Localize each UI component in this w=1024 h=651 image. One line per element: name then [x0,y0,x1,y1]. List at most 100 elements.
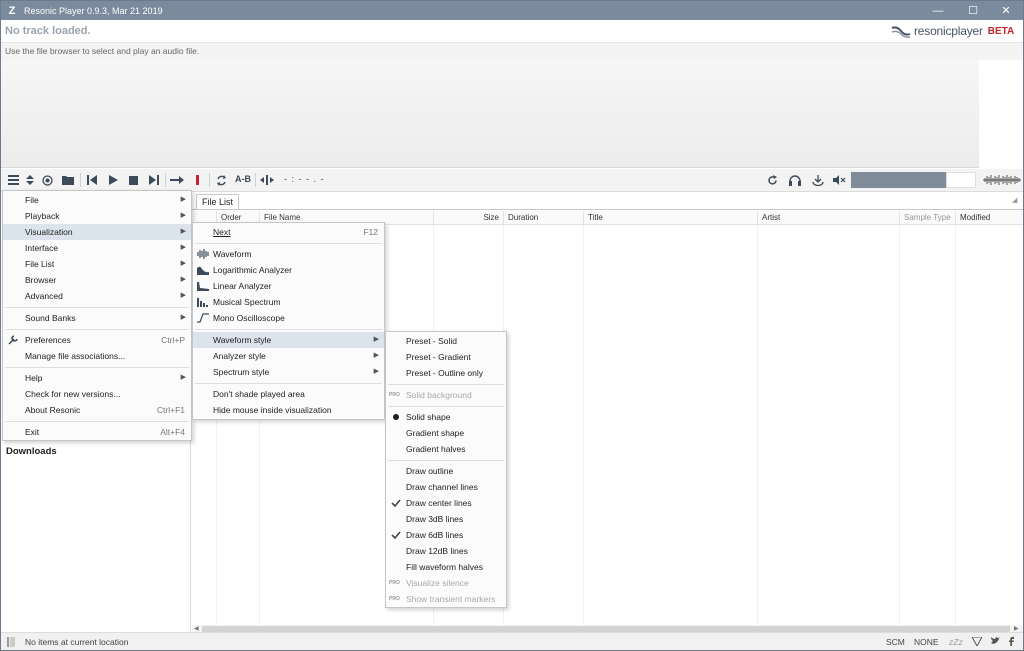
menu-item-draw-6db-lines[interactable]: Draw 6dB lines [386,527,506,543]
record-marker-icon[interactable] [190,172,206,188]
menu-item-about[interactable]: About Resonic Ctrl+F1 [3,402,191,418]
volume-slider-track[interactable] [946,172,976,188]
menu-separator [195,243,382,244]
menu-item-solid-shape[interactable]: Solid shape [386,409,506,425]
close-button[interactable]: ✕ [989,1,1023,20]
status-sleep[interactable]: zZz [949,637,963,647]
next-icon[interactable] [146,172,162,188]
menu-item-visualization[interactable]: Visualization ▶ [3,224,191,240]
tab-strip-divider [192,209,1023,210]
menu-item-preferences[interactable]: Preferences Ctrl+P [3,332,191,348]
menu-item-label: Manage file associations... [25,351,126,361]
menu-item-preset-solid[interactable]: Preset - Solid [386,333,506,349]
pro-badge: PRO [389,596,400,602]
menu-item-interface[interactable]: Interface ▶ [3,240,191,256]
column-size[interactable]: Size [433,211,503,225]
menu-icon[interactable] [5,172,21,188]
menu-item-help[interactable]: Help ▶ [3,370,191,386]
column-sample-type[interactable]: Sample Type [899,211,955,225]
menu-item-check-versions[interactable]: Check for new versions... [3,386,191,402]
menu-item-gradient-halves[interactable]: Gradient halves [386,441,506,457]
menu-item-analyzer-style[interactable]: Analyzer style ▶ [193,348,384,364]
output-device-icon[interactable] [810,172,826,188]
log-analyzer-icon [197,264,209,276]
menu-item-waveform-style[interactable]: Waveform style ▶ [193,332,384,348]
twitter-icon[interactable] [991,637,1000,647]
column-duration[interactable]: Duration [503,211,583,225]
menu-item-hide-mouse[interactable]: Hide mouse inside visualization [193,402,384,418]
status-none[interactable]: NONE [914,637,939,647]
folder-icon[interactable] [60,172,76,188]
scroll-right-icon[interactable]: ▶ [1014,625,1019,632]
shortcut-label: Ctrl+P [161,335,185,345]
menu-item-preset-gradient[interactable]: Preset - Gradient [386,349,506,365]
resonic-logo-icon [891,26,911,38]
menu-item-manage-associations[interactable]: Manage file associations... [3,348,191,364]
menu-separator [5,367,189,368]
menu-item-draw-outline[interactable]: Draw outline [386,463,506,479]
column-divider [955,225,956,625]
headphones-icon[interactable] [787,172,803,188]
browser-item-downloads[interactable]: Downloads [6,446,57,457]
scroll-left-icon[interactable]: ◀ [194,625,199,632]
menu-item-exit[interactable]: Exit Alt+F4 [3,424,191,440]
shortcut-label: F12 [363,227,378,237]
menu-item-draw-channel-lines[interactable]: Draw channel lines [386,479,506,495]
column-title[interactable]: Title [583,211,757,225]
title-bar[interactable]: Z Resonic Player 0.9.3, Mar 21 2019 — ☐ … [1,1,1023,20]
status-scm[interactable]: SCM [886,637,905,647]
menu-item-gradient-shape[interactable]: Gradient shape [386,425,506,441]
loop-icon[interactable] [213,172,229,188]
menu-item-solid-background: PRO Solid background [386,387,506,403]
submenu-arrow-icon: ▶ [180,374,186,381]
volume-slider[interactable] [851,172,946,188]
ab-loop-button[interactable]: A-B [235,174,251,184]
menu-item-musical-spectrum[interactable]: Musical Spectrum [193,294,384,310]
position-marker-icon[interactable] [259,172,275,188]
menu-item-draw-12db-lines[interactable]: Draw 12dB lines [386,543,506,559]
minimize-button[interactable]: — [921,1,955,20]
menu-item-file[interactable]: File ▶ [3,192,191,208]
sort-arrows-icon[interactable] [22,172,38,188]
mini-waveform-icon[interactable] [983,174,1021,186]
menu-item-playback[interactable]: Playback ▶ [3,208,191,224]
menu-item-log-analyzer[interactable]: Logarithmic Analyzer [193,262,384,278]
menu-item-preset-outline[interactable]: Preset - Outline only [386,365,506,381]
visualization-area[interactable] [1,60,979,168]
menu-item-label: Sound Banks [25,313,76,323]
maximize-button[interactable]: ☐ [956,1,990,20]
track-header: No track loaded. resonicplayer BETA [1,20,1023,43]
menu-item-draw-3db-lines[interactable]: Draw 3dB lines [386,511,506,527]
play-icon[interactable] [105,172,121,188]
target-icon[interactable] [39,172,55,188]
column-modified[interactable]: Modified [955,211,1023,225]
menu-item-file-list[interactable]: File List ▶ [3,256,191,272]
facebook-icon[interactable] [1008,637,1014,648]
menu-item-spectrum-style[interactable]: Spectrum style ▶ [193,364,384,380]
submenu-arrow-icon: ▶ [180,276,186,283]
collapse-arrow-icon[interactable]: ◢ [1012,196,1017,204]
panel-toggle-icon[interactable] [7,637,15,647]
app-window: Z Resonic Player 0.9.3, Mar 21 2019 — ☐ … [0,0,1024,651]
mute-icon[interactable] [831,172,847,188]
status-text: No items at current location [25,637,129,647]
menu-item-next[interactable]: Next F12 [193,224,384,240]
menu-item-mono-oscilloscope[interactable]: Mono Oscilloscope [193,310,384,326]
menu-item-draw-center-lines[interactable]: Draw center lines [386,495,506,511]
app-icon: Z [8,4,16,17]
tab-file-list[interactable]: File List [196,194,240,210]
menu-item-linear-analyzer[interactable]: Linear Analyzer [193,278,384,294]
reload-icon[interactable] [764,172,780,188]
menu-item-browser[interactable]: Browser ▶ [3,272,191,288]
menu-item-fill-halves[interactable]: Fill waveform halves [386,559,506,575]
track-status: No track loaded. [5,25,91,37]
continue-arrow-icon[interactable] [169,172,185,188]
stop-icon[interactable] [125,172,141,188]
previous-icon[interactable] [84,172,100,188]
column-artist[interactable]: Artist [757,211,899,225]
menu-item-waveform[interactable]: Waveform [193,246,384,262]
menu-item-sound-banks[interactable]: Sound Banks ▶ [3,310,191,326]
feedback-icon[interactable] [971,636,983,648]
menu-item-dont-shade[interactable]: Don't shade played area [193,386,384,402]
menu-item-advanced[interactable]: Advanced ▶ [3,288,191,304]
